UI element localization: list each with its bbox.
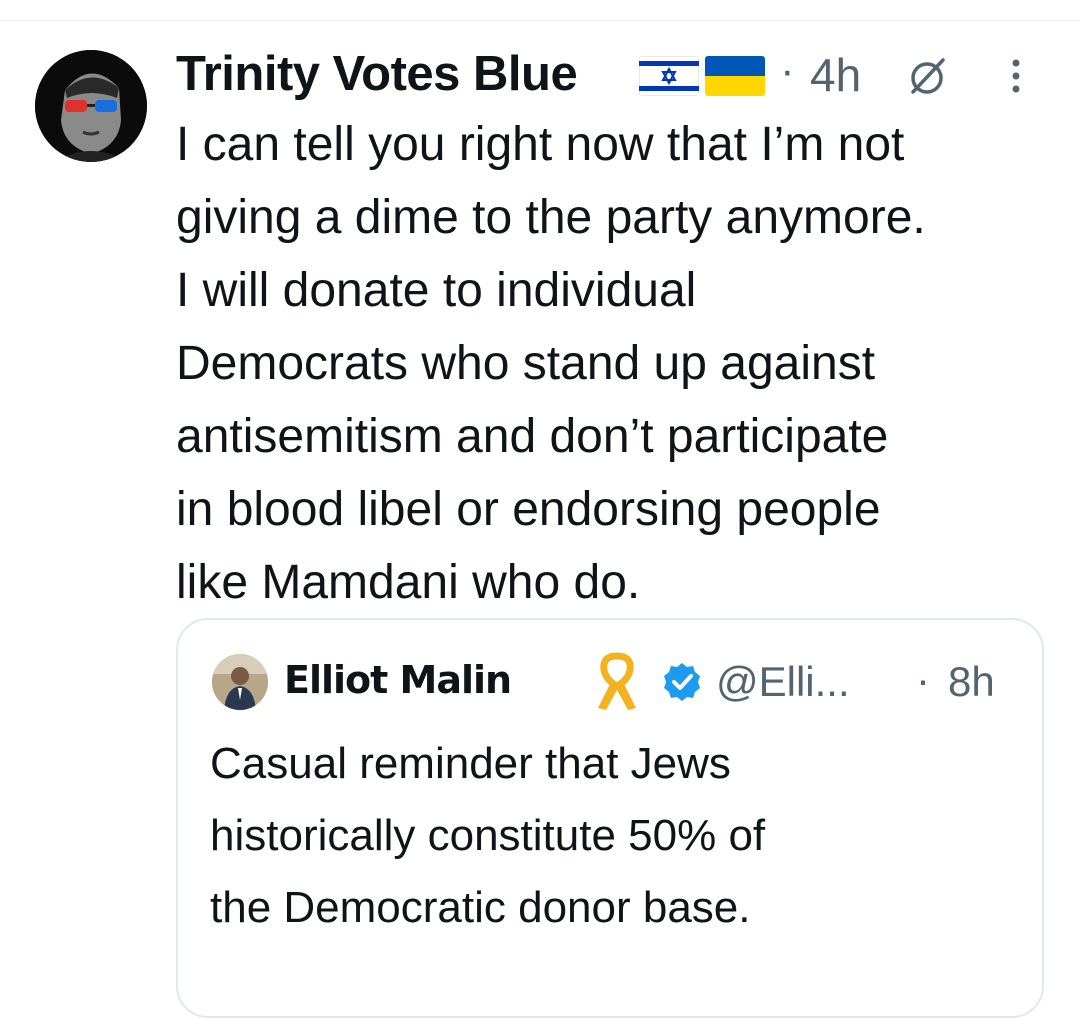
quoted-tweet-timestamp[interactable]: 8h: [948, 658, 995, 706]
more-options-icon[interactable]: [1006, 54, 1026, 98]
quoted-author-avatar[interactable]: [212, 654, 268, 710]
yellow-ribbon-icon: [592, 652, 642, 714]
quoted-tweet-card[interactable]: Elliot Malin @Elli... · 8h Casual remind…: [176, 618, 1044, 1018]
quoted-tweet-text: Casual reminder that Jews historically c…: [210, 739, 766, 932]
tweet-header: Trinity Votes Blue · 4h: [176, 40, 1060, 110]
tweet-text: I can tell you right now that I’m not gi…: [176, 118, 926, 609]
quoted-author-display-name[interactable]: Elliot Malin: [284, 658, 512, 702]
grok-icon[interactable]: [905, 54, 949, 98]
quoted-author-handle[interactable]: @Elli...: [716, 658, 850, 706]
israel-flag-icon: [639, 56, 699, 96]
ukraine-flag-icon: [705, 56, 765, 96]
quoted-header-separator: ·: [916, 656, 930, 703]
verified-badge-icon: [662, 662, 702, 702]
header-separator: ·: [780, 46, 795, 95]
top-divider: [0, 20, 1080, 21]
tweet-timestamp[interactable]: 4h: [810, 48, 861, 102]
author-avatar[interactable]: [35, 50, 147, 162]
author-display-name[interactable]: Trinity Votes Blue: [176, 46, 578, 102]
